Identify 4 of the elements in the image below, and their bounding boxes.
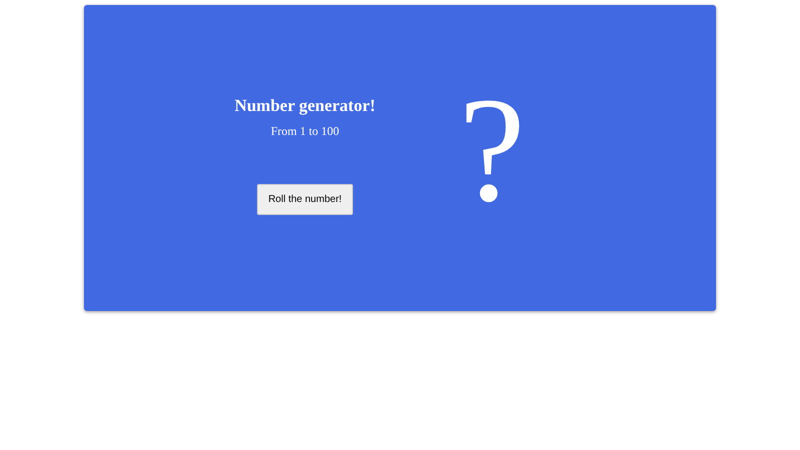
roll-button[interactable]: Roll the number! (257, 184, 353, 215)
title: Number generator! (234, 96, 376, 116)
subtitle: From 1 to 100 (270, 124, 340, 139)
result-mark: ? (458, 75, 526, 225)
